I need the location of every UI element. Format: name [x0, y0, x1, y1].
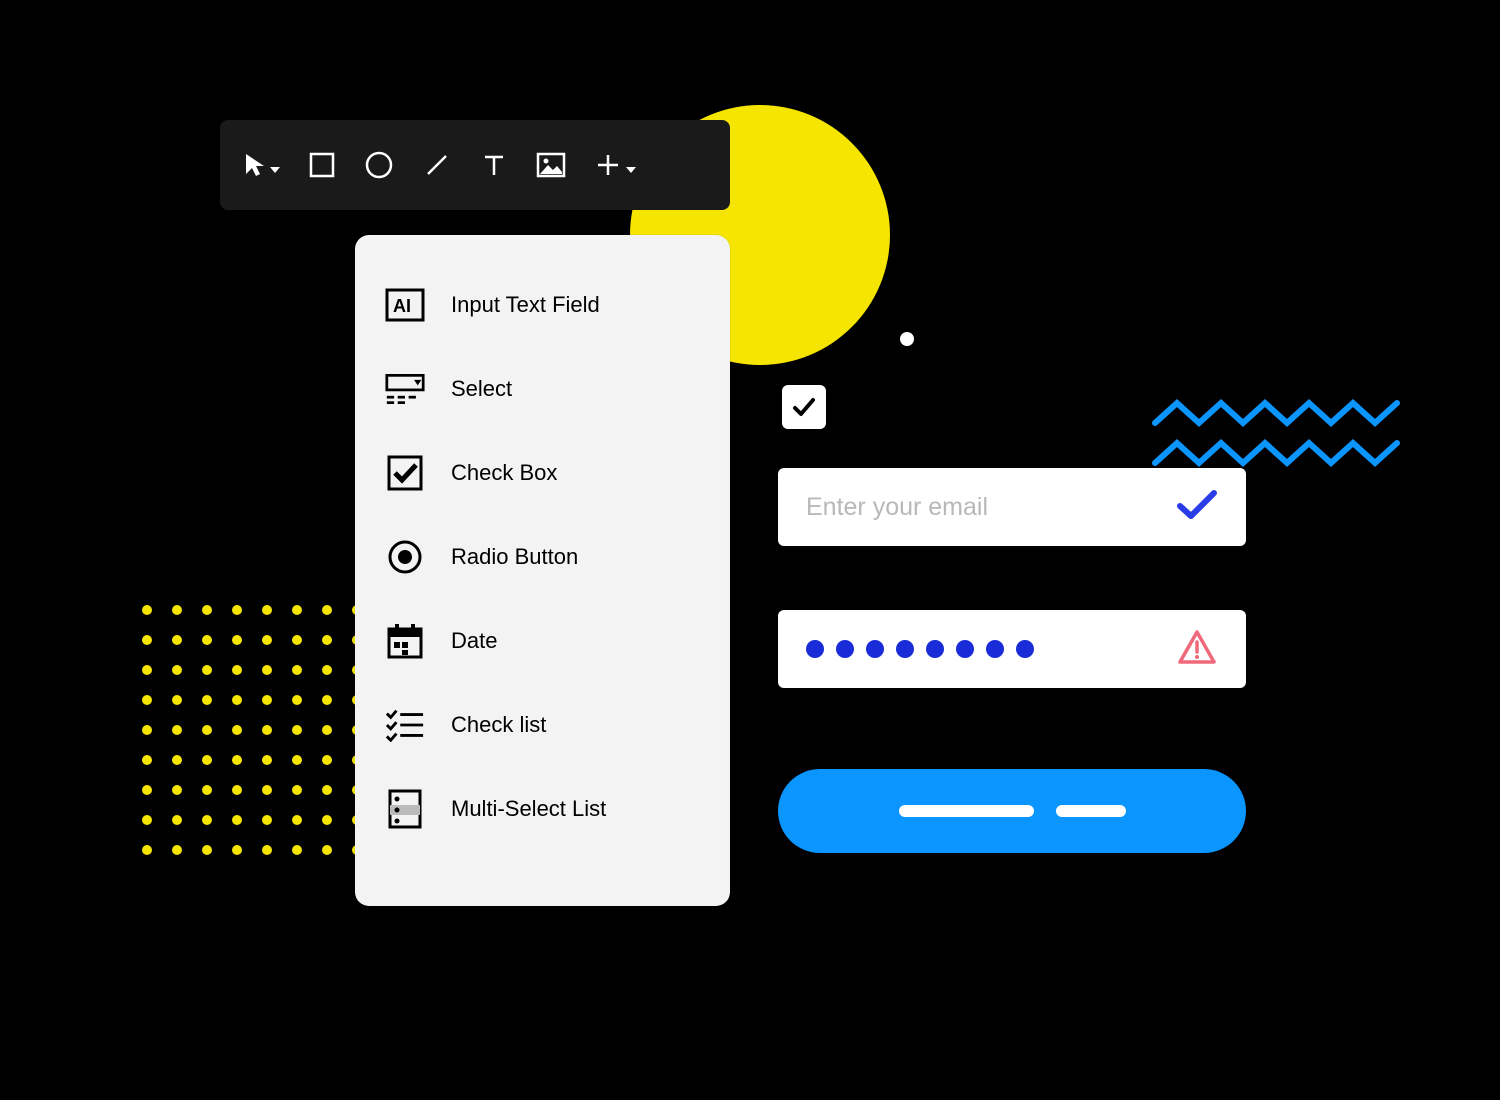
pointer-tool[interactable] — [244, 152, 280, 178]
menu-item-label: Date — [451, 628, 497, 654]
checklist-icon — [385, 705, 425, 745]
radio-icon — [385, 537, 425, 577]
svg-text:AI: AI — [393, 296, 411, 316]
checkbox-icon — [385, 453, 425, 493]
standalone-checkbox[interactable] — [782, 385, 826, 429]
line-tool[interactable] — [422, 150, 452, 180]
text-field-icon: AI — [385, 285, 425, 325]
menu-item-select[interactable]: Select — [385, 347, 700, 431]
warning-icon — [1176, 628, 1218, 671]
decorative-white-dot — [900, 332, 914, 346]
multiselect-icon — [385, 789, 425, 829]
rectangle-icon — [308, 151, 336, 179]
check-icon — [790, 393, 818, 421]
menu-item-radio[interactable]: Radio Button — [385, 515, 700, 599]
menu-item-checkbox[interactable]: Check Box — [385, 431, 700, 515]
image-icon — [536, 152, 566, 178]
menu-item-label: Multi-Select List — [451, 796, 606, 822]
circle-icon — [364, 150, 394, 180]
menu-item-label: Input Text Field — [451, 292, 600, 318]
submit-button[interactable] — [778, 769, 1246, 853]
design-toolbar — [220, 120, 730, 210]
pointer-icon — [244, 152, 266, 178]
email-placeholder: Enter your email — [806, 493, 1176, 522]
component-type-menu: AI Input Text Field Select Check Box Rad… — [355, 235, 730, 906]
button-label-placeholder — [1056, 805, 1126, 817]
menu-item-label: Radio Button — [451, 544, 578, 570]
password-input[interactable] — [778, 610, 1246, 688]
date-icon — [385, 621, 425, 661]
menu-item-date[interactable]: Date — [385, 599, 700, 683]
menu-item-text-field[interactable]: AI Input Text Field — [385, 275, 700, 347]
menu-item-checklist[interactable]: Check list — [385, 683, 700, 767]
menu-item-label: Check list — [451, 712, 546, 738]
plus-icon — [594, 151, 622, 179]
email-input[interactable]: Enter your email — [778, 468, 1246, 546]
password-mask — [806, 640, 1176, 658]
add-tool[interactable] — [594, 151, 636, 179]
circle-tool[interactable] — [364, 150, 394, 180]
menu-item-multiselect[interactable]: Multi-Select List — [385, 767, 700, 851]
chevron-down-icon — [270, 167, 280, 173]
image-tool[interactable] — [536, 152, 566, 178]
chevron-down-icon — [626, 167, 636, 173]
rectangle-tool[interactable] — [308, 151, 336, 179]
text-tool[interactable] — [480, 151, 508, 179]
text-icon — [480, 151, 508, 179]
button-label-placeholder — [899, 805, 1034, 817]
select-icon — [385, 369, 425, 409]
line-icon — [422, 150, 452, 180]
menu-item-label: Check Box — [451, 460, 557, 486]
menu-item-label: Select — [451, 376, 512, 402]
check-icon — [1176, 488, 1218, 527]
